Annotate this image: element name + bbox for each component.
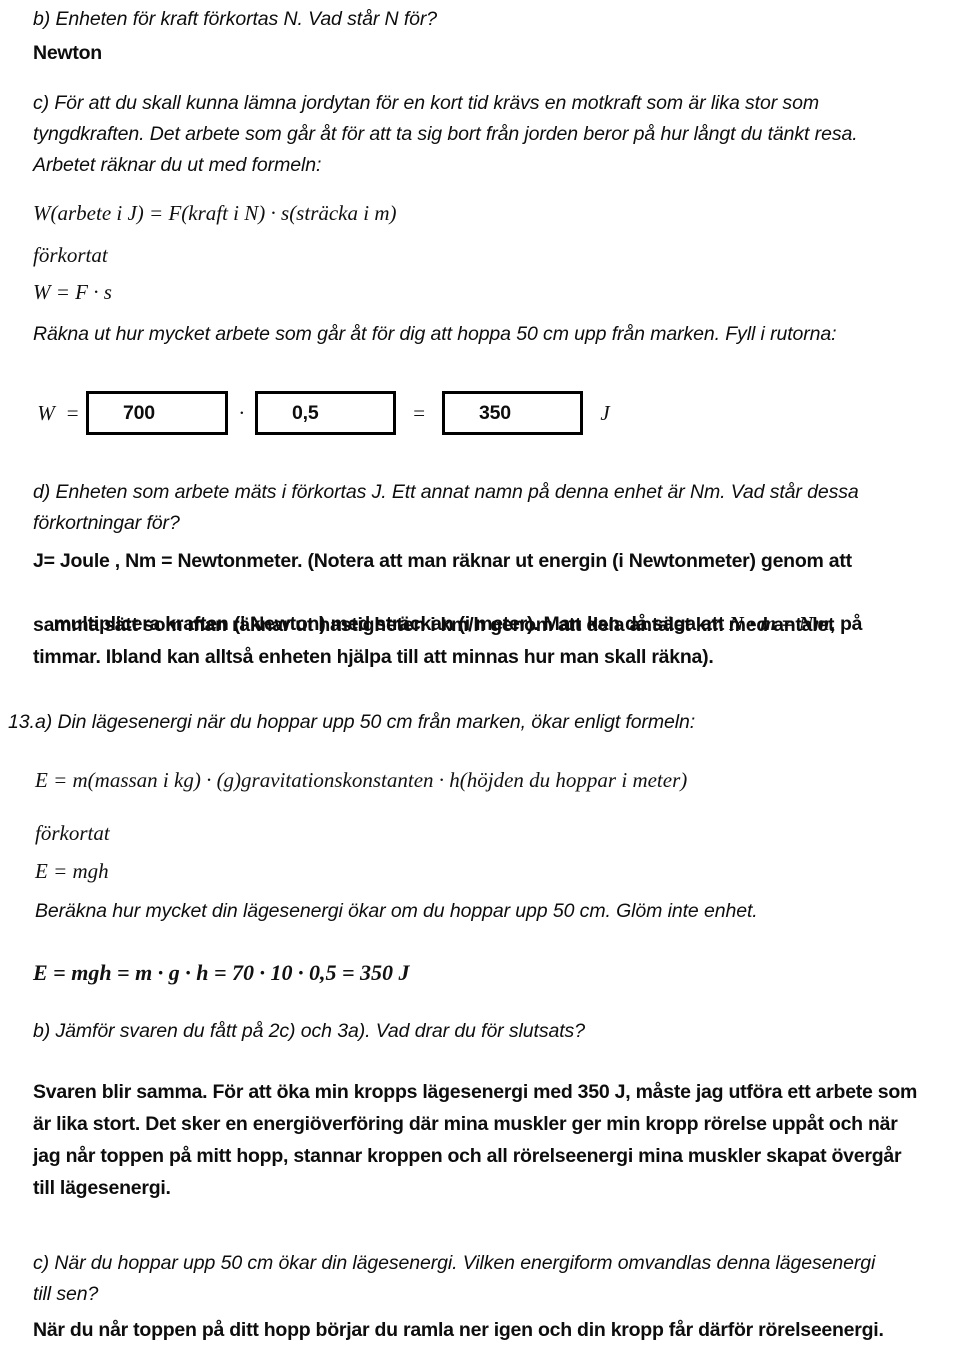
label-forkortat-2: förkortat xyxy=(35,821,110,845)
answer-row-symbol-w: W xyxy=(37,400,55,425)
question-12d-line1: d) Enheten som arbete mäts i förkortas J… xyxy=(33,481,859,503)
question-12d-line2: förkortningar för? xyxy=(33,512,180,534)
question-12c-line1: c) För att du skall kunna lämna jordytan… xyxy=(33,92,819,114)
answer-box-result[interactable]: 350 xyxy=(442,391,583,435)
formula-energy-short: E = mgh xyxy=(35,859,109,883)
answer-box-result-value: 350 xyxy=(479,401,511,424)
formula-work-full: W(arbete i J) = F(kraft i N) · s(sträcka… xyxy=(33,201,397,225)
question-13c-line1: c) När du hoppar upp 50 cm ökar din läge… xyxy=(33,1252,876,1274)
answer-13b-line2: är lika stort. Det sker en energiöverför… xyxy=(33,1113,898,1135)
answer-box-distance[interactable]: 0,5 xyxy=(255,391,396,435)
answer-13b-line4: till lägesenergi. xyxy=(33,1177,171,1199)
question-13-number: 13. xyxy=(8,711,35,733)
answer-13a-formula: E = mgh = m · g · h = 70 · 10 · 0,5 = 35… xyxy=(33,960,410,985)
question-12c-line3: Arbetet räknar du ut med formeln: xyxy=(33,154,322,176)
question-12b-text: b) Enheten för kraft förkortas N. Vad st… xyxy=(33,8,438,30)
formula-work-short: W = F · s xyxy=(33,280,112,304)
answer-box-distance-value: 0,5 xyxy=(292,401,319,424)
answer-row-multiply-sign: · xyxy=(238,400,245,425)
question-13c-line2: till sen? xyxy=(33,1283,99,1305)
answer-12d-line3-text: samma sätt som man räknar ut hastigheten… xyxy=(33,614,835,636)
label-forkortat-1: förkortat xyxy=(33,243,108,267)
answer-box-force-value: 700 xyxy=(123,401,155,424)
answer-12d-line1: J= Joule , Nm = Newtonmeter. (Notera att… xyxy=(33,550,852,572)
question-12c-line2: tyngdkraften. Det arbete som går åt för … xyxy=(33,123,858,145)
answer-fill-in-row: W = 700 · 0,5 = 350 J xyxy=(33,391,617,435)
answer-row-unit: J xyxy=(600,400,610,425)
formula-energy-full: E = m(massan i kg) · (g)gravitationskons… xyxy=(35,768,688,792)
instruction-12c: Räkna ut hur mycket arbete som går åt fö… xyxy=(33,323,837,345)
answer-13c-text: När du når toppen på ditt hopp börjar du… xyxy=(33,1319,884,1341)
question-13a-text: a) Din lägesenergi när du hoppar upp 50 … xyxy=(35,711,696,733)
document-page: b) Enheten för kraft förkortas N. Vad st… xyxy=(0,0,960,1343)
answer-box-force[interactable]: 700 xyxy=(86,391,228,435)
answer-12d-line3: samma sätt som man räknar ut hastigheten… xyxy=(33,610,835,641)
answer-13b-line1: Svaren blir samma. För att öka min kropp… xyxy=(33,1081,918,1103)
answer-13b-line3: jag når toppen på mitt hopp, stannar kro… xyxy=(33,1145,902,1167)
answer-12d-line4: timmar. Ibland kan alltså enheten hjälpa… xyxy=(33,646,714,668)
answer-12d-line2-post: , på xyxy=(829,613,863,635)
answer-12b-text: Newton xyxy=(33,42,102,64)
answer-row-equals-1: = xyxy=(65,400,80,425)
question-13b-text: b) Jämför svaren du fått på 2c) och 3a).… xyxy=(33,1020,585,1042)
instruction-13a: Beräkna hur mycket din lägesenergi ökar … xyxy=(35,900,758,922)
answer-row-equals-2: = xyxy=(411,400,427,425)
